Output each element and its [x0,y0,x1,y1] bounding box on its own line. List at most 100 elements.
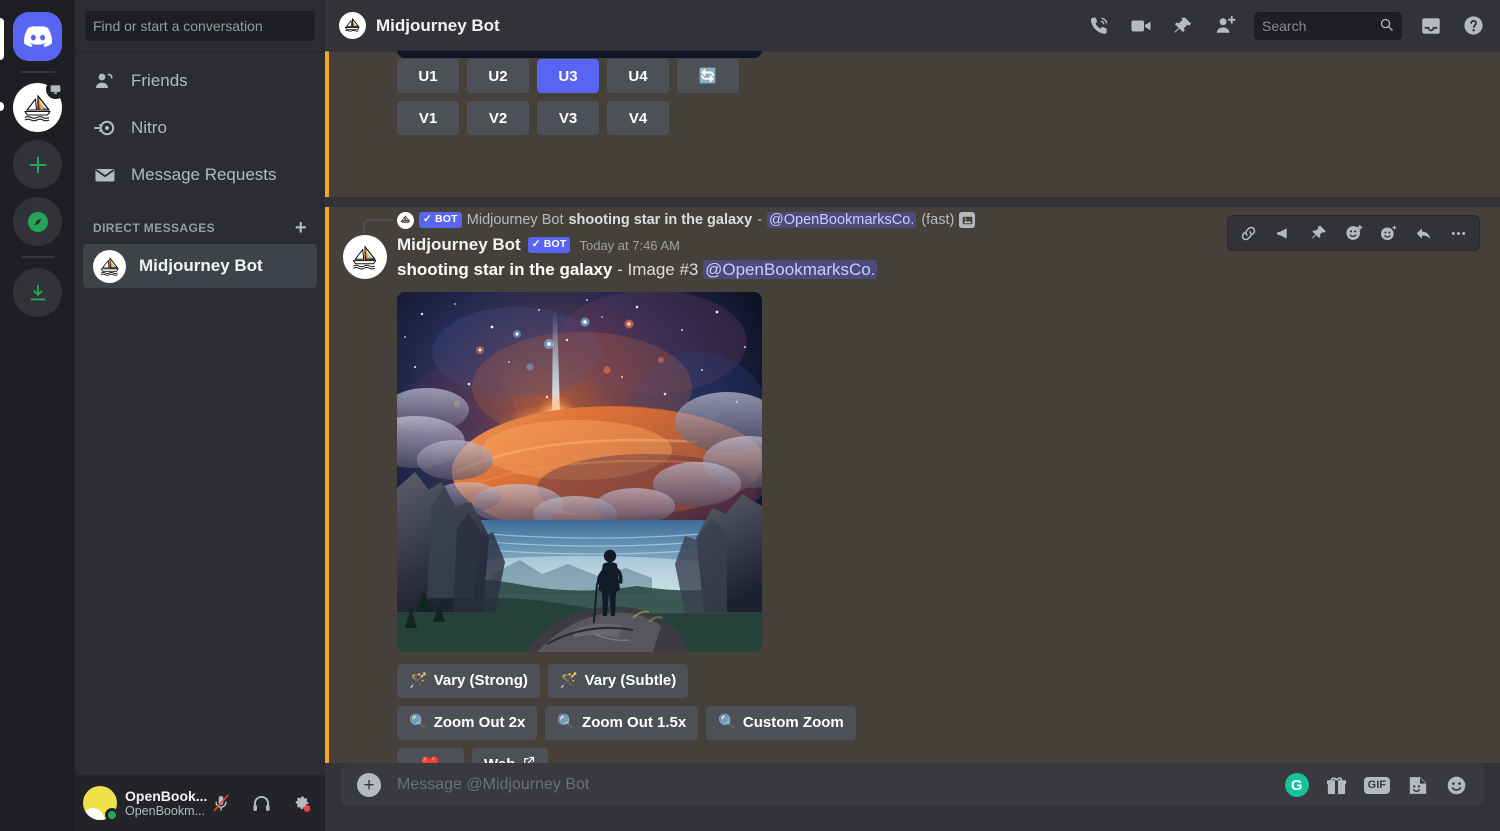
message-composer[interactable]: + Message @Midjourney Bot G GIF [341,763,1484,807]
previous-message-image[interactable] [397,51,762,58]
upscale-u1-button[interactable]: U1 [397,59,459,93]
find-conversation-input[interactable]: Find or start a conversation [85,10,315,41]
dm-item-label: Midjourney Bot [139,256,263,275]
sidebar-item-friends[interactable]: Friends [83,59,317,103]
image-icon [959,212,976,228]
message-divider [325,197,1500,207]
favorite-button[interactable]: ❤️ [397,747,464,763]
bot-badge: ✓ BOT [527,237,571,253]
pin-message-button[interactable] [1302,217,1335,249]
reply-mention[interactable]: @OpenBookmarksCo. [767,212,917,228]
dm-item-midjourney-bot[interactable]: Midjourney Bot [83,244,317,288]
zoom-out-15x-button[interactable]: 🔍 Zoom Out 1.5x [545,705,699,740]
inbox-button[interactable] [1414,9,1448,43]
rail-divider [20,71,55,73]
grammarly-button[interactable]: G [1284,773,1309,797]
discord-logo-icon [23,26,52,47]
composer-container: + Message @Midjourney Bot G GIF [325,763,1500,831]
explore-servers-button[interactable] [13,197,62,246]
pinned-messages-button[interactable] [1166,9,1200,43]
message-author[interactable]: Midjourney Bot [397,235,521,255]
avatar[interactable] [343,235,387,279]
mark-unread-button[interactable] [1267,217,1300,249]
search-placeholder: Search [1262,17,1307,34]
variation-v1-button[interactable]: V1 [397,101,459,135]
button-label: Zoom Out 1.5x [582,714,687,732]
sidebar-item-discord-home[interactable] [13,12,62,61]
more-actions-button[interactable] [1442,217,1475,249]
button-label: Vary (Subtle) [584,672,677,690]
vary-strong-button[interactable]: 🪄 Vary (Strong) [397,663,540,698]
active-server-indicator [0,18,4,60]
message-list[interactable]: U1 U2 U3 U4 🔄 V1 V2 V3 V4 ✓ BOT Midjourn… [325,51,1500,763]
super-react-button[interactable] [1372,217,1405,249]
bot-badge-check: ✓ [423,213,432,226]
user-settings-button[interactable] [285,787,317,819]
download-icon [30,284,45,300]
message-prompt: shooting star in the galaxy [397,260,613,279]
sidebar-item-message-requests[interactable]: Message Requests [83,153,317,197]
gift-button[interactable] [1325,774,1348,797]
sidebar-item-midjourney-server[interactable] [13,80,65,132]
add-reaction-button[interactable] [1337,217,1370,249]
inbox-icon [1422,17,1440,34]
create-dm-button[interactable]: + [295,218,307,238]
variation-v3-button[interactable]: V3 [537,101,599,135]
reply-prompt: shooting star in the galaxy [568,212,753,228]
download-apps-button[interactable] [13,268,62,317]
mute-microphone-button[interactable] [205,787,237,819]
search-input[interactable]: Search [1254,11,1402,40]
sidebar-item-label: Friends [131,71,188,90]
magnifier-icon: 🔍 [557,714,577,732]
copy-link-icon [1241,226,1256,240]
emoji-button[interactable] [1445,774,1468,797]
reroll-icon: 🔄 [698,67,718,85]
reroll-button[interactable]: 🔄 [677,59,739,93]
attach-file-button[interactable]: + [357,773,381,797]
vary-subtle-button[interactable]: 🪄 Vary (Subtle) [547,663,689,698]
start-voice-call-button[interactable] [1082,9,1116,43]
add-friends-button[interactable] [1208,9,1242,43]
generated-image[interactable] [397,291,762,652]
start-video-call-button[interactable] [1124,9,1158,43]
help-button[interactable] [1456,9,1490,43]
emoji-icon [1447,776,1466,794]
status-badge [105,808,119,822]
midjourney-sailboat-icon [344,17,360,32]
gif-button[interactable]: GIF [1363,776,1390,794]
magnifier-icon: 🔍 [718,714,737,732]
sticker-button[interactable] [1406,774,1429,797]
variation-v2-button[interactable]: V2 [467,101,529,135]
sidebar-item-nitro[interactable]: Nitro [83,106,317,150]
discord-window: Find or start a conversation Friends Nit… [0,0,1500,831]
bot-badge-label: BOT [543,238,567,251]
reply-button[interactable] [1407,217,1440,249]
upscale-variation-buttons: U1 U2 U3 U4 🔄 V1 V2 V3 V4 [397,59,739,143]
upscale-u3-button[interactable]: U3 [537,59,599,93]
direct-messages-header: DIRECT MESSAGES + [83,200,317,244]
message-input[interactable]: Message @Midjourney Bot [397,776,1285,794]
message-actions-toolbar [1227,215,1480,251]
user-handle: OpenBookm... [125,803,205,818]
avatar[interactable] [83,786,119,822]
web-button[interactable]: Web [472,747,549,763]
dm-search-container: Find or start a conversation [75,0,325,51]
upscale-u4-button[interactable]: U4 [607,59,669,93]
avatar [93,249,126,283]
reply-spine [363,219,393,233]
gif-icon: GIF [1363,776,1390,794]
add-server-button[interactable] [13,140,62,189]
magic-wand-icon: 🪄 [559,672,579,690]
phone-call-icon [1090,17,1107,34]
message-mention[interactable]: @OpenBookmarksCo. [703,260,878,279]
zoom-out-2x-button[interactable]: 🔍 Zoom Out 2x [397,705,538,740]
variation-v4-button[interactable]: V4 [607,101,669,135]
custom-zoom-button[interactable]: 🔍 Custom Zoom [706,705,856,740]
reply-avatar [397,211,414,229]
upscale-u2-button[interactable]: U2 [467,59,529,93]
button-label: Custom Zoom [742,714,844,732]
copy-link-button[interactable] [1232,217,1265,249]
user-panel: OpenBook... OpenBookm... [75,775,325,831]
deafen-button[interactable] [245,787,277,819]
user-names: OpenBook... OpenBookm... [125,788,207,818]
